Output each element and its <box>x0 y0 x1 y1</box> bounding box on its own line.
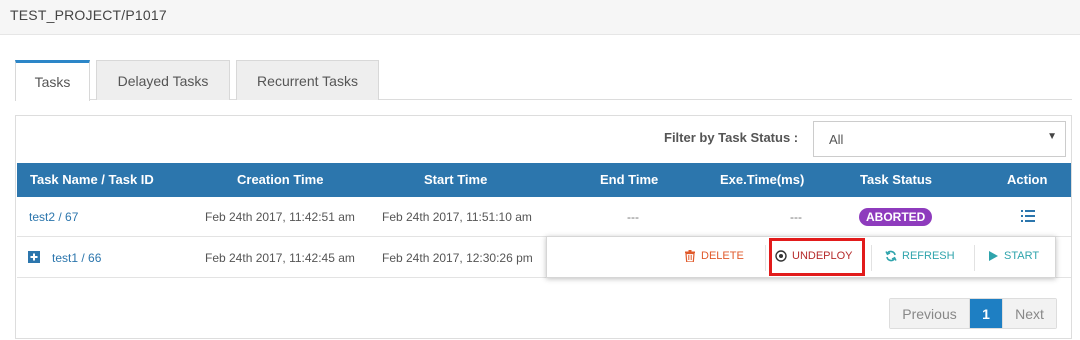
table-row: test2 / 67 Feb 24th 2017, 11:42:51 am Fe… <box>17 197 1071 237</box>
undeploy-highlight-box <box>769 238 865 276</box>
column-header-start-time[interactable]: Start Time <box>424 172 487 187</box>
column-header-task-name[interactable]: Task Name / Task ID <box>30 172 154 187</box>
refresh-label: REFRESH <box>902 250 955 262</box>
start-button[interactable]: START <box>987 250 1039 262</box>
tab-bar: Tasks Delayed Tasks Recurrent Tasks <box>15 60 1072 101</box>
task-name-link[interactable]: test1 / 66 <box>52 251 101 265</box>
creation-time: Feb 24th 2017, 11:42:45 am <box>205 251 355 265</box>
expand-plus-icon[interactable] <box>28 251 40 263</box>
caret-down-icon: ▼ <box>1047 131 1057 142</box>
start-time: Feb 24th 2017, 11:51:10 am <box>382 210 532 224</box>
column-header-task-status[interactable]: Task Status <box>860 172 932 187</box>
filter-label: Filter by Task Status : <box>664 130 799 145</box>
page-header: TEST_PROJECT/P1017 <box>0 0 1080 35</box>
refresh-button[interactable]: REFRESH <box>885 250 955 262</box>
trash-icon <box>685 250 695 262</box>
column-header-exe-time[interactable]: Exe.Time(ms) <box>720 172 804 187</box>
page-1-button[interactable]: 1 <box>970 299 1003 328</box>
play-icon <box>989 251 998 261</box>
task-status-select[interactable]: All ▼ <box>813 121 1066 157</box>
start-time: Feb 24th 2017, 12:30:26 pm <box>382 251 533 265</box>
next-page-button[interactable]: Next <box>1003 299 1056 328</box>
column-header-action: Action <box>1007 172 1048 187</box>
status-badge: ABORTED <box>859 208 933 226</box>
delete-label: DELETE <box>701 250 744 262</box>
column-header-creation-time[interactable]: Creation Time <box>237 172 323 187</box>
divider <box>871 245 872 271</box>
action-menu: DELETE UNDEPLOY REFRESH START <box>546 236 1056 278</box>
end-time: --- <box>627 210 639 224</box>
tasks-panel: Filter by Task Status : All ▼ Task Name … <box>15 115 1072 339</box>
divider <box>974 245 975 271</box>
task-name-link[interactable]: test2 / 67 <box>29 210 78 224</box>
breadcrumb: TEST_PROJECT/P1017 <box>10 7 167 23</box>
column-header-end-time[interactable]: End Time <box>600 172 658 187</box>
previous-page-button[interactable]: Previous <box>890 299 970 328</box>
tab-recurrent-tasks[interactable]: Recurrent Tasks <box>236 60 379 100</box>
exe-time: --- <box>790 210 802 224</box>
list-icon[interactable] <box>1021 210 1035 222</box>
task-status-select-value: All <box>829 131 844 147</box>
delete-button[interactable]: DELETE <box>684 250 744 262</box>
refresh-icon <box>885 250 897 262</box>
divider <box>765 245 766 271</box>
tab-tasks[interactable]: Tasks <box>15 60 90 101</box>
table-header: Task Name / Task ID Creation Time Start … <box>17 163 1071 197</box>
tab-delayed-tasks[interactable]: Delayed Tasks <box>96 60 230 100</box>
start-label: START <box>1004 250 1040 262</box>
pagination: Previous 1 Next <box>889 298 1057 329</box>
creation-time: Feb 24th 2017, 11:42:51 am <box>205 210 355 224</box>
